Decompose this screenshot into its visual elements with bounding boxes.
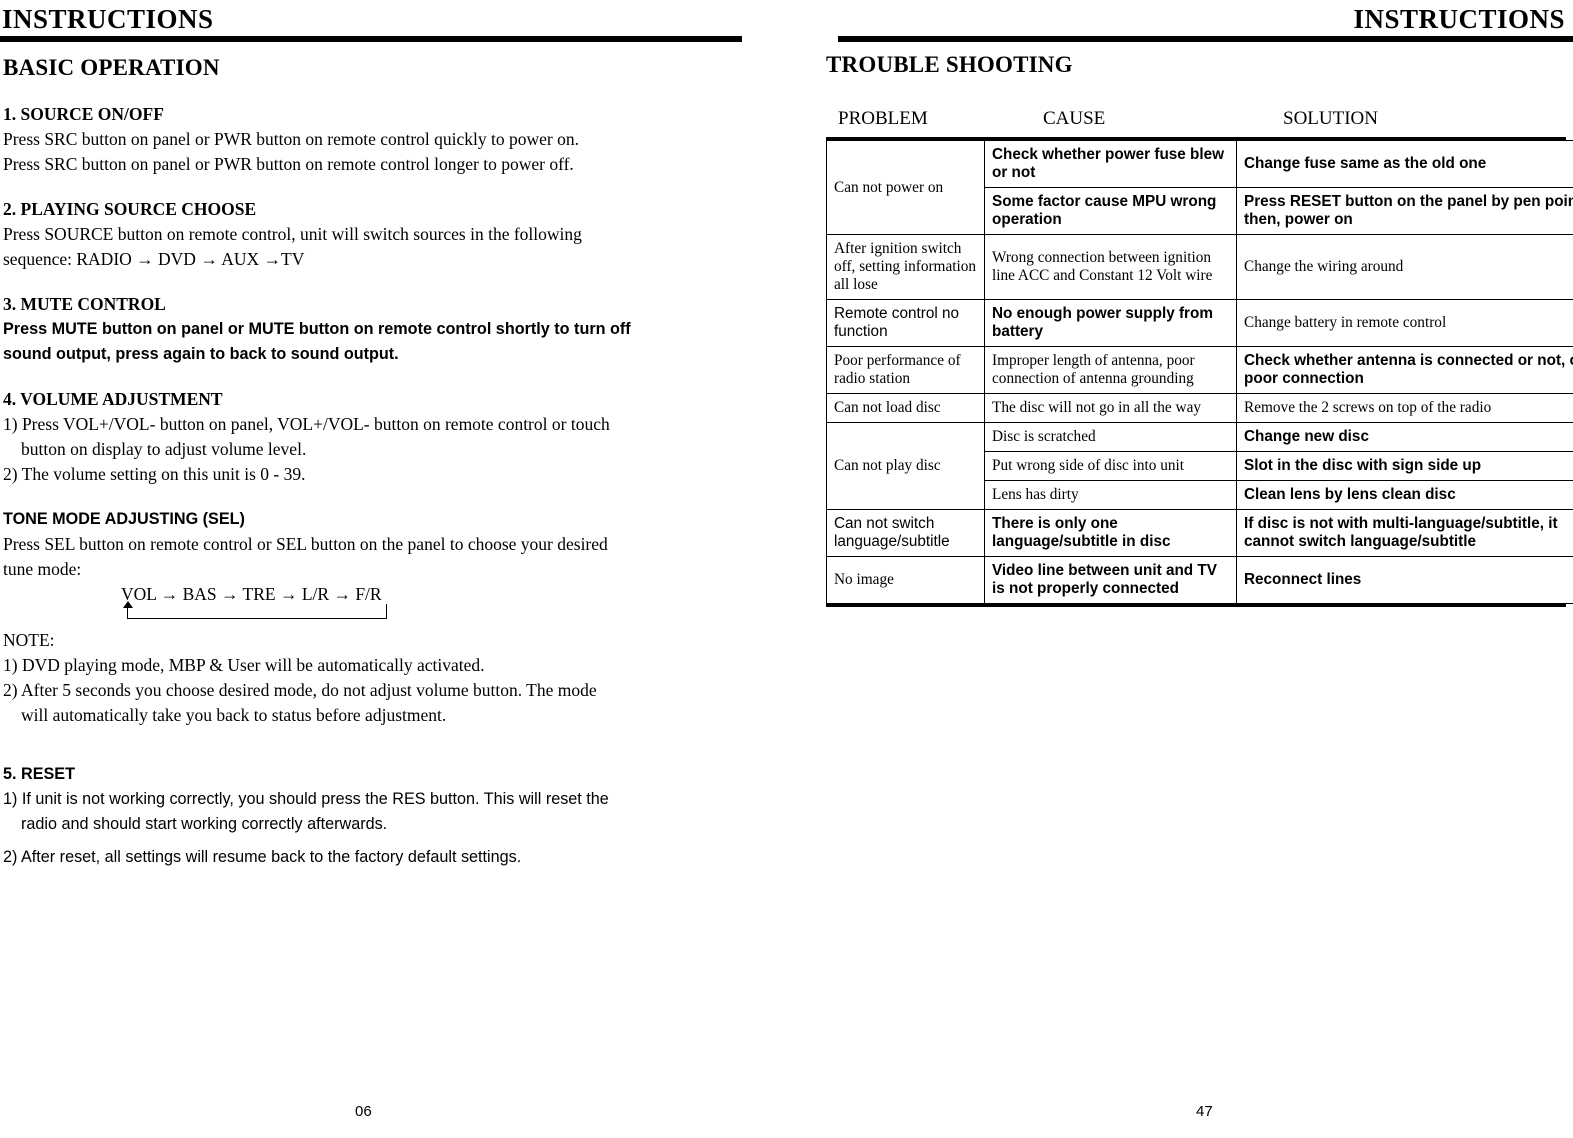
right-page-header: INSTRUCTIONS: [838, 2, 1573, 42]
block-line: 1) If unit is not working correctly, you…: [3, 790, 609, 808]
block-line: Press SOURCE button on remote control, u…: [3, 224, 582, 244]
cell-solution: Slot in the disc with sign side up: [1236, 451, 1573, 481]
left-page-number: 06: [355, 1103, 372, 1120]
cell-solution: Reconnect lines: [1236, 556, 1573, 604]
cell-problem: Can not power on: [826, 140, 985, 235]
left-header-title: INSTRUCTIONS: [2, 4, 214, 34]
cell-cause: There is only one language/subtitle in d…: [984, 509, 1237, 557]
cell-cause: Video line between unit and TV is not pr…: [984, 556, 1237, 604]
left-header-rule: [0, 36, 742, 42]
block-line: Press MUTE button on panel or MUTE butto…: [3, 320, 631, 338]
table-row: Can not load disc The disc will not go i…: [826, 393, 1573, 423]
cell-problem: After ignition switch off, setting infor…: [826, 234, 985, 300]
tone-loop-line: [127, 604, 387, 619]
block-line: button on display to adjust volume level…: [21, 439, 307, 459]
cell-cause: Improper length of antenna, poor connect…: [984, 346, 1237, 394]
right-page-number: 47: [1196, 1103, 1213, 1120]
trouble-shooting-column-headers: PROBLEM CAUSE SOLUTION: [826, 108, 1566, 130]
cell-cause: Check whether power fuse blew or not: [984, 140, 1237, 188]
table-row: After ignition switch off, setting infor…: [826, 234, 1573, 300]
block-line: sequence: RADIO → DVD → AUX →TV: [3, 249, 305, 269]
table-row: Remote control no function No enough pow…: [826, 299, 1573, 347]
table-row: Poor performance of radio station Improp…: [826, 346, 1573, 394]
right-header-rule: [838, 36, 1573, 42]
cell-solution: Change fuse same as the old one: [1236, 140, 1573, 188]
cell-cause: Disc is scratched: [984, 422, 1237, 452]
cell-solution: Press RESET button on the panel by pen p…: [1236, 187, 1573, 235]
cell-solution: Change the wiring around: [1236, 234, 1573, 300]
cell-solution: Check whether antenna is connected or no…: [1236, 346, 1573, 394]
column-header-cause: CAUSE: [1043, 108, 1106, 129]
basic-operation-title: BASIC OPERATION: [3, 55, 220, 80]
table-bottom-rule: [826, 604, 1566, 607]
column-header-problem: PROBLEM: [838, 108, 928, 129]
block-line: sound output, press again to back to sou…: [3, 345, 399, 363]
block-heading: 3. MUTE CONTROL: [3, 294, 166, 314]
right-header-title: INSTRUCTIONS: [1353, 4, 1565, 34]
cell-problem: Can not play disc: [826, 422, 985, 510]
basic-operation-section: BASIC OPERATION 1. SOURCE ON/OFF Press S…: [3, 55, 753, 870]
note-line: 2) After 5 seconds you choose desired mo…: [3, 680, 597, 700]
cell-cause: Wrong connection between ignition line A…: [984, 234, 1237, 300]
cell-solution: Clean lens by lens clean disc: [1236, 480, 1573, 510]
note-line: will automatically take you back to stat…: [21, 705, 447, 725]
cell-cause: Some factor cause MPU wrong operation: [984, 187, 1237, 235]
block-mute-control: 3. MUTE CONTROL Press MUTE button on pan…: [3, 292, 753, 367]
cell-solution: Remove the 2 screws on top of the radio: [1236, 393, 1573, 423]
block-playing-source-choose: 2. PLAYING SOURCE CHOOSE Press SOURCE bu…: [3, 197, 753, 272]
cell-cause: No enough power supply from battery: [984, 299, 1237, 347]
block-heading: 4. VOLUME ADJUSTMENT: [3, 389, 223, 409]
left-page-header: INSTRUCTIONS: [0, 2, 742, 42]
cell-cause: Put wrong side of disc into unit: [984, 451, 1237, 481]
trouble-shooting-table: Can not power on Check whether power fus…: [826, 140, 1573, 604]
block-line: 2) After reset, all settings will resume…: [3, 848, 522, 866]
tone-mode-diagram: VOL → BAS → TRE → L/R → F/R: [121, 582, 421, 628]
block-line: Press SRC button on panel or PWR button …: [3, 154, 574, 174]
block-line: tune mode:: [3, 559, 82, 579]
cell-cause: Lens has dirty: [984, 480, 1237, 510]
cell-solution: If disc is not with multi-language/subti…: [1236, 509, 1573, 557]
block-source-on-off: 1. SOURCE ON/OFF Press SRC button on pan…: [3, 102, 753, 177]
block-line: 1) Press VOL+/VOL- button on panel, VOL+…: [3, 414, 610, 434]
block-heading: TONE MODE ADJUSTING (SEL): [3, 510, 245, 528]
cell-problem: Can not load disc: [826, 393, 985, 423]
block-volume-adjustment: 4. VOLUME ADJUSTMENT 1) Press VOL+/VOL- …: [3, 387, 753, 487]
block-line: Press SRC button on panel or PWR button …: [3, 129, 579, 149]
block-reset: 5. RESET 1) If unit is not working corre…: [3, 762, 753, 870]
block-line: 2) The volume setting on this unit is 0 …: [3, 464, 306, 484]
block-heading: 5. RESET: [3, 765, 75, 783]
block-note: NOTE: 1) DVD playing mode, MBP & User wi…: [3, 628, 753, 728]
cell-problem: Remote control no function: [826, 299, 985, 347]
cell-solution: Change battery in remote control: [1236, 299, 1573, 347]
table-row: Can not play disc Disc is scratched Chan…: [826, 422, 1573, 510]
cell-problem: No image: [826, 556, 985, 604]
table-row: No image Video line between unit and TV …: [826, 556, 1573, 604]
tone-loop-arrow-icon: [123, 601, 133, 608]
column-header-solution: SOLUTION: [1283, 108, 1378, 129]
table-row: Can not power on Check whether power fus…: [826, 140, 1573, 235]
block-heading: 1. SOURCE ON/OFF: [3, 104, 164, 124]
cell-problem: Poor performance of radio station: [826, 346, 985, 394]
block-heading: 2. PLAYING SOURCE CHOOSE: [3, 199, 257, 219]
cell-problem: Can not switch language/subtitle: [826, 509, 985, 557]
block-line: radio and should start working correctly…: [21, 815, 388, 833]
cell-solution: Change new disc: [1236, 422, 1573, 452]
table-row: Can not switch language/subtitle There i…: [826, 509, 1573, 557]
cell-cause: The disc will not go in all the way: [984, 393, 1237, 423]
block-tone-mode-adjusting: TONE MODE ADJUSTING (SEL) Press SEL butt…: [3, 507, 753, 582]
note-label: NOTE:: [3, 630, 55, 650]
block-line: Press SEL button on remote control or SE…: [3, 534, 608, 554]
trouble-shooting-section: TROUBLE SHOOTING PROBLEM CAUSE SOLUTION …: [826, 52, 1573, 607]
note-line: 1) DVD playing mode, MBP & User will be …: [3, 655, 485, 675]
trouble-shooting-title: TROUBLE SHOOTING: [826, 52, 1073, 77]
